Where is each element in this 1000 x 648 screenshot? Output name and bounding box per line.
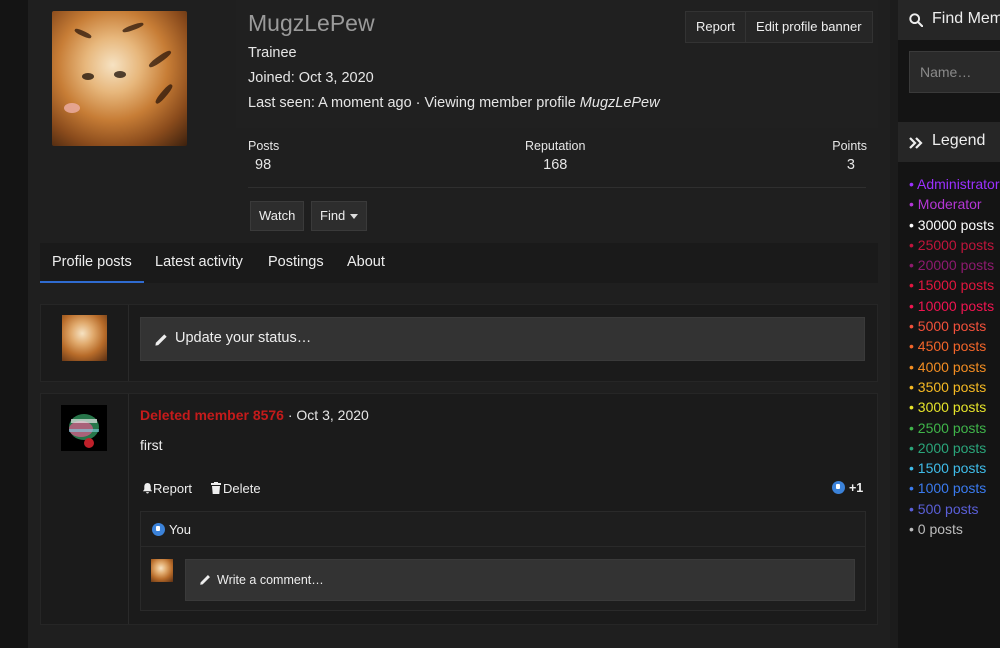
stat-points-value: 3 <box>846 157 855 173</box>
meta-separator: · <box>283 407 297 423</box>
status-update-placeholder: Update your status… <box>175 330 312 346</box>
legend-item: • 5000 posts <box>909 318 987 335</box>
post-delete-link[interactable]: Delete <box>211 481 261 496</box>
tab-about[interactable]: About <box>347 254 385 270</box>
status-update-input[interactable]: Update your status… <box>140 317 865 361</box>
comment-input[interactable]: Write a comment… <box>185 559 855 601</box>
legend-item: • 1000 posts <box>909 480 987 497</box>
current-user-avatar[interactable] <box>62 315 107 361</box>
like-icon <box>832 481 845 494</box>
legend-item: • 500 posts <box>909 500 979 517</box>
legend-item: • 4000 posts <box>909 358 987 375</box>
liked-by-text: You <box>169 522 191 537</box>
post-report-link[interactable]: Report <box>142 481 192 496</box>
tab-postings[interactable]: Postings <box>268 254 324 270</box>
last-seen-text: Last seen: A moment ago · Viewing member… <box>248 95 580 111</box>
legend-item: • 4500 posts <box>909 338 987 355</box>
post-delete-label: Delete <box>223 481 261 496</box>
last-seen-target[interactable]: MugzLePew <box>580 95 660 111</box>
profile-avatar[interactable] <box>52 11 187 146</box>
active-tab-indicator <box>40 281 144 283</box>
trash-icon <box>211 482 221 494</box>
joined-date: Joined: Oct 3, 2020 <box>248 70 374 86</box>
stat-reputation: Reputation 168 <box>525 139 585 173</box>
bell-icon <box>142 482 153 494</box>
deleted-member-avatar[interactable] <box>61 405 107 451</box>
legend-list: • Administrator • Moderator • 30000 posts •… <box>909 174 1000 539</box>
left-gutter <box>0 0 28 648</box>
double-chevron-right-icon <box>909 137 923 149</box>
comment-placeholder: Write a comment… <box>217 573 324 587</box>
stat-points[interactable]: Points 3 <box>831 139 867 173</box>
pencil-icon <box>155 334 167 346</box>
find-members-title: Find Members <box>932 10 1000 27</box>
stat-reputation-label: Reputation <box>525 139 586 153</box>
find-members-header: Find Members <box>898 0 1000 40</box>
post-date[interactable]: Oct 3, 2020 <box>296 407 368 423</box>
legend-item: • 25000 posts <box>909 236 995 253</box>
tab-profile-posts[interactable]: Profile posts <box>52 254 132 270</box>
profile-username: MugzLePew <box>248 10 375 36</box>
find-button-label: Find <box>320 208 346 223</box>
legend-item: • Moderator <box>909 196 982 213</box>
legend-header: Legend <box>898 122 1000 162</box>
like-icon <box>152 523 165 536</box>
last-seen: Last seen: A moment ago · Viewing member… <box>248 95 660 111</box>
post-report-label: Report <box>153 481 193 496</box>
report-profile-button[interactable]: Report <box>686 12 745 42</box>
stat-reputation-value: 168 <box>543 157 568 173</box>
like-count: +1 <box>849 481 864 495</box>
member-name-placeholder: Name… <box>920 64 972 80</box>
member-name-input[interactable]: Name… <box>909 51 1000 93</box>
post-author[interactable]: Deleted member 8576 <box>140 407 284 423</box>
stat-points-label: Points <box>832 139 867 153</box>
legend-item: • 3500 posts <box>909 378 987 395</box>
stat-posts[interactable]: Posts 98 <box>248 139 279 173</box>
edit-banner-button[interactable]: Edit profile banner <box>745 12 872 42</box>
legend-item: • 20000 posts <box>909 257 995 274</box>
legend-item: • 3000 posts <box>909 399 987 416</box>
search-icon <box>909 13 923 27</box>
tab-latest-activity[interactable]: Latest activity <box>155 254 243 270</box>
legend-item: • 15000 posts <box>909 277 995 294</box>
post-text: first <box>140 437 163 453</box>
liked-by[interactable]: You <box>152 522 191 537</box>
legend-item: • 10000 posts <box>909 297 995 314</box>
legend-title: Legend <box>932 132 986 149</box>
legend-item: • Administrator <box>909 176 1000 192</box>
legend-item: • 30000 posts <box>909 216 995 233</box>
stat-posts-label: Posts <box>248 139 280 153</box>
stats-divider <box>248 187 866 188</box>
legend-item: • 1500 posts <box>909 460 987 477</box>
pencil-icon <box>200 575 210 585</box>
watch-button[interactable]: Watch <box>250 201 305 231</box>
stat-posts-value: 98 <box>255 157 272 173</box>
post-meta: Deleted member 8576 · Oct 3, 2020 <box>140 407 369 423</box>
profile-actions: Report Edit profile banner <box>685 11 873 43</box>
legend-item: • 2000 posts <box>909 439 987 456</box>
user-title: Trainee <box>248 45 297 61</box>
like-summary[interactable]: +1 <box>832 481 863 495</box>
caret-down-icon <box>350 214 359 220</box>
commenter-avatar[interactable] <box>151 559 173 582</box>
legend-item: • 0 posts <box>909 521 963 538</box>
legend-item: • 2500 posts <box>909 419 987 436</box>
find-button[interactable]: Find <box>311 201 368 231</box>
